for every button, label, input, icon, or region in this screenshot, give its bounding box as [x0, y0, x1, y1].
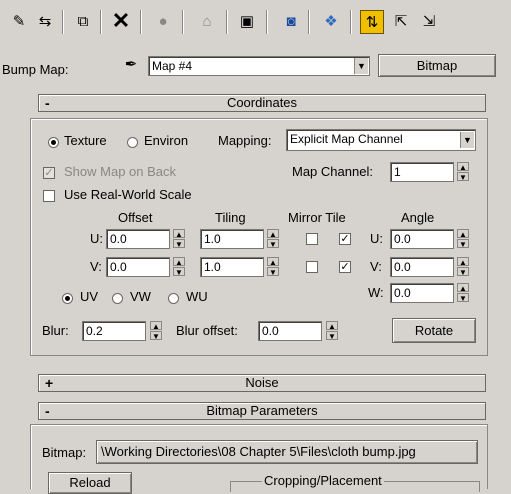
show-map-icon[interactable]: ◙: [280, 10, 302, 32]
material-put-icon[interactable]: ⇆: [34, 10, 56, 32]
mapping-value: Explicit Map Channel: [290, 132, 403, 146]
go-forward-icon[interactable]: ⇲: [418, 10, 440, 32]
map-channel-field[interactable]: 1: [390, 162, 454, 182]
toolbar-separator: [226, 10, 228, 34]
toolbar-separator: [62, 10, 64, 34]
delete-icon[interactable]: ✕: [110, 8, 132, 33]
offset-header: Offset: [118, 210, 153, 225]
bump-map-name: Map #4: [152, 59, 193, 73]
eyedropper-icon[interactable]: ✒: [120, 53, 142, 75]
bump-map-label: Bump Map:: [2, 62, 69, 77]
v-offset-spinner[interactable]: ▲ ▼: [173, 257, 185, 277]
w-angle-label: W:: [368, 285, 384, 300]
u-offset-spinner[interactable]: ▲ ▼: [173, 229, 185, 249]
use-real-world-label: Use Real-World Scale: [64, 187, 192, 202]
vw-radio[interactable]: [112, 293, 123, 304]
bitmap-label: Bitmap:: [42, 445, 87, 460]
v-tiling-spinner[interactable]: ▲ ▼: [267, 257, 279, 277]
v-tile-checkbox[interactable]: ✓: [339, 261, 351, 273]
toolbar-separator: [182, 10, 184, 34]
v-angle-field[interactable]: 0.0: [390, 257, 454, 277]
show-end-result-icon[interactable]: ⇅: [360, 10, 384, 34]
go-to-parent-icon[interactable]: ⇱: [390, 10, 412, 32]
wu-radio[interactable]: [168, 293, 179, 304]
map-channel-spinner[interactable]: ▲ ▼: [457, 162, 469, 182]
wu-label: WU: [186, 289, 208, 304]
w-angle-spinner[interactable]: ▲ ▼: [457, 283, 469, 303]
vw-label: VW: [130, 289, 151, 304]
blur-offset-spinner[interactable]: ▲ ▼: [326, 321, 338, 341]
reload-button[interactable]: Reload: [48, 472, 132, 494]
chevron-down-icon[interactable]: ▼: [460, 132, 474, 148]
toolbar-separator: [350, 10, 352, 34]
mapping-label: Mapping:: [218, 133, 272, 148]
map-navigator-icon[interactable]: ▣: [236, 10, 258, 32]
material-editor-toolbar: ✎ ⇆ ⧉ ✕ ● ⌂ ▣ ◙ ❖ ⇅ ⇱ ⇲: [0, 0, 511, 44]
show-map-on-back-checkbox[interactable]: ✓: [43, 167, 55, 179]
toolbar-separator: [308, 10, 310, 34]
angle-header: Angle: [401, 210, 435, 225]
bitmap-path-button[interactable]: \Working Directories\08 Chapter 5\Files\…: [96, 440, 478, 464]
u-angle-label: U:: [370, 231, 383, 246]
v-label: V:: [90, 259, 102, 274]
blur-spinner[interactable]: ▲ ▼: [150, 321, 162, 341]
blur-offset-field[interactable]: 0.0: [258, 321, 322, 341]
toolbar-separator: [100, 10, 102, 34]
v-angle-spinner[interactable]: ▲ ▼: [457, 257, 469, 277]
blur-field[interactable]: 0.2: [82, 321, 146, 341]
map-channel-label: Map Channel:: [292, 164, 373, 179]
unique-icon[interactable]: ●: [152, 10, 174, 32]
u-angle-field[interactable]: 0.0: [390, 229, 454, 249]
v-mirror-checkbox[interactable]: [306, 261, 318, 273]
assign-material-icon[interactable]: ⧉: [72, 10, 94, 32]
u-label: U:: [90, 231, 103, 246]
chevron-down-icon[interactable]: ▼: [354, 58, 368, 74]
mapping-dropdown[interactable]: Explicit Map Channel ▼: [286, 129, 476, 151]
cropping-placement-label: Cropping/Placement: [262, 473, 384, 488]
rotate-button[interactable]: Rotate: [392, 318, 476, 343]
use-real-world-checkbox[interactable]: [43, 190, 55, 202]
material-effects-icon[interactable]: ⌂: [196, 10, 218, 32]
u-tiling-field[interactable]: 1.0: [200, 229, 264, 249]
environ-label: Environ: [144, 133, 189, 148]
noise-rollout-header[interactable]: + Noise: [38, 374, 486, 392]
blur-label: Blur:: [42, 323, 69, 338]
v-tiling-field[interactable]: 1.0: [200, 257, 264, 277]
pick-material-icon[interactable]: ✎: [8, 10, 30, 32]
bitmap-type-button[interactable]: Bitmap: [378, 54, 496, 77]
tiling-header: Tiling: [215, 210, 246, 225]
noise-title: Noise: [245, 375, 279, 390]
v-offset-field[interactable]: 0.0: [106, 257, 170, 277]
u-tiling-spinner[interactable]: ▲ ▼: [267, 229, 279, 249]
bitmap-parameters-rollout-header[interactable]: - Bitmap Parameters: [38, 402, 486, 420]
uv-label: UV: [80, 289, 99, 304]
coordinates-title: Coordinates: [226, 95, 298, 110]
blur-offset-label: Blur offset:: [176, 323, 238, 338]
bitmap-parameters-title: Bitmap Parameters: [206, 403, 318, 418]
texture-label: Texture: [64, 133, 107, 148]
w-angle-field[interactable]: 0.0: [390, 283, 454, 303]
texture-radio[interactable]: [48, 137, 59, 148]
u-offset-field[interactable]: 0.0: [106, 229, 170, 249]
u-tile-checkbox[interactable]: ✓: [339, 233, 351, 245]
v-angle-label: V:: [370, 259, 382, 274]
background-icon[interactable]: ❖: [320, 10, 342, 32]
uv-radio[interactable]: [62, 293, 73, 304]
show-map-on-back-label: Show Map on Back: [64, 164, 177, 179]
bump-map-name-field[interactable]: Map #4 ▼: [148, 56, 370, 76]
toolbar-separator: [266, 10, 268, 34]
mirror-tile-header: Mirror Tile: [288, 210, 346, 225]
coordinates-rollout-header[interactable]: - Coordinates: [38, 94, 486, 112]
u-angle-spinner[interactable]: ▲ ▼: [457, 229, 469, 249]
u-mirror-checkbox[interactable]: [306, 233, 318, 245]
toolbar-separator: [140, 10, 142, 34]
environ-radio[interactable]: [127, 137, 138, 148]
